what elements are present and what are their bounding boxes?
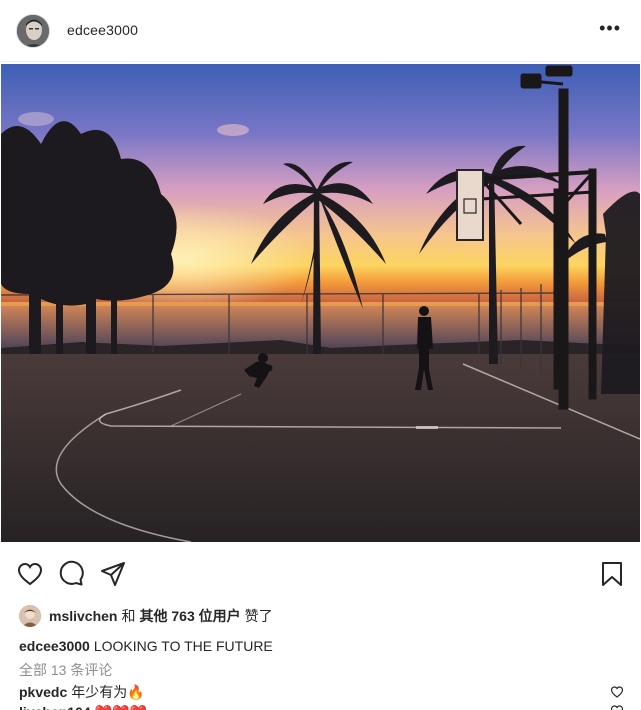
post-header: edcee3000 •••: [0, 0, 641, 62]
comment-item: pkvedc 年少有为🔥: [19, 682, 145, 702]
liked-others[interactable]: 其他 763 位用户: [139, 606, 240, 626]
more-icon[interactable]: •••: [599, 18, 621, 38]
liked-by: mslivchen 和 其他 763 位用户 赞了: [19, 605, 273, 627]
view-all-comments-link[interactable]: 全部 13 条评论: [19, 660, 112, 680]
caption-username[interactable]: edcee3000: [19, 638, 90, 654]
caption-text: LOOKING TO THE FUTURE: [93, 638, 273, 654]
comment-icon[interactable]: [57, 560, 85, 588]
comment-username[interactable]: livchen104: [19, 704, 91, 710]
caption: edcee3000 LOOKING TO THE FUTURE: [19, 638, 273, 654]
liked-and: 和: [121, 608, 136, 624]
comment-username[interactable]: pkvedc: [19, 684, 67, 700]
post-username[interactable]: edcee3000: [67, 22, 138, 38]
bookmark-icon[interactable]: [598, 560, 626, 588]
action-bar: [0, 556, 641, 590]
comment-text: ❤️❤️❤️: [95, 704, 147, 710]
share-icon[interactable]: [99, 560, 127, 588]
comment-text: 年少有为🔥: [71, 684, 145, 700]
comment-like-heart-icon[interactable]: [610, 704, 624, 710]
liker-username[interactable]: mslivchen: [49, 608, 117, 624]
heart-icon[interactable]: [16, 560, 44, 588]
avatar[interactable]: [16, 14, 50, 48]
comment-item: livchen104 ❤️❤️❤️: [19, 704, 147, 710]
liker-avatar[interactable]: [19, 605, 41, 627]
comment-like-heart-icon[interactable]: [610, 685, 624, 699]
post-image[interactable]: [1, 64, 640, 542]
liked-suffix: 赞了: [244, 608, 273, 624]
